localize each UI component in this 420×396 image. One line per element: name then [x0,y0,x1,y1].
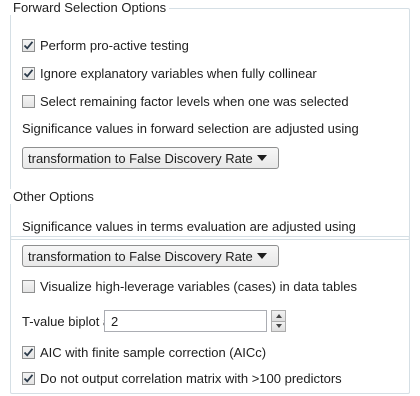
select-remaining-levels-option[interactable]: Select remaining factor levels when one … [22,92,349,110]
visualize-high-leverage-option[interactable]: Visualize high-leverage variables (cases… [22,277,357,295]
arrow-up-icon [275,313,282,318]
aicc-checkbox[interactable] [22,345,35,359]
forward-adjustment-value: transformation to False Discovery Rate [28,150,253,166]
tvalue-input[interactable] [104,310,267,332]
aicc-option[interactable]: AIC with finite sample correction (AICc) [22,343,266,361]
options-panel: Forward Selection Options Perform pro-ac… [0,0,420,396]
terms-adjustment-caption: Significance values in terms evaluation … [22,219,356,234]
visualize-high-leverage-label: Visualize high-leverage variables (cases… [40,278,357,294]
no-correlation-matrix-checkbox[interactable] [22,371,35,385]
dropdown-arrow-icon [257,253,267,259]
pro-active-testing-label: Perform pro-active testing [40,37,189,53]
checkmark-icon [23,347,34,357]
ignore-collinear-option[interactable]: Ignore explanatory variables when fully … [22,64,317,82]
checkmark-icon [23,373,34,383]
spin-up-button[interactable] [271,310,286,322]
checkmark-icon [23,40,34,50]
forward-adjustment-caption: Significance values in forward selection… [22,121,359,136]
dropdown-arrow-icon [257,155,267,161]
select-remaining-levels-checkbox[interactable] [22,94,35,108]
pro-active-testing-option[interactable]: Perform pro-active testing [22,36,189,54]
visualize-high-leverage-checkbox[interactable] [22,279,35,293]
terms-adjustment-value: transformation to False Discovery Rate [28,248,253,264]
ignore-collinear-label: Ignore explanatory variables when fully … [40,65,317,81]
select-remaining-levels-label: Select remaining factor levels when one … [40,93,349,109]
forward-selection-title: Forward Selection Options [10,0,170,15]
tvalue-spinner[interactable] [271,310,286,332]
checkmark-icon [23,68,34,78]
aicc-label: AIC with finite sample correction (AICc) [40,344,267,360]
arrow-down-icon [275,324,282,329]
ignore-collinear-checkbox[interactable] [22,66,35,80]
terms-adjustment-dropdown[interactable]: transformation to False Discovery Rate [22,245,279,267]
spin-down-button[interactable] [271,321,286,332]
pro-active-testing-checkbox[interactable] [22,38,35,52]
forward-adjustment-dropdown[interactable]: transformation to False Discovery Rate [22,147,279,169]
no-correlation-matrix-option[interactable]: Do not output correlation matrix with >1… [22,369,342,387]
other-options-title: Other Options [10,189,97,204]
no-correlation-matrix-label: Do not output correlation matrix with >1… [40,370,342,386]
